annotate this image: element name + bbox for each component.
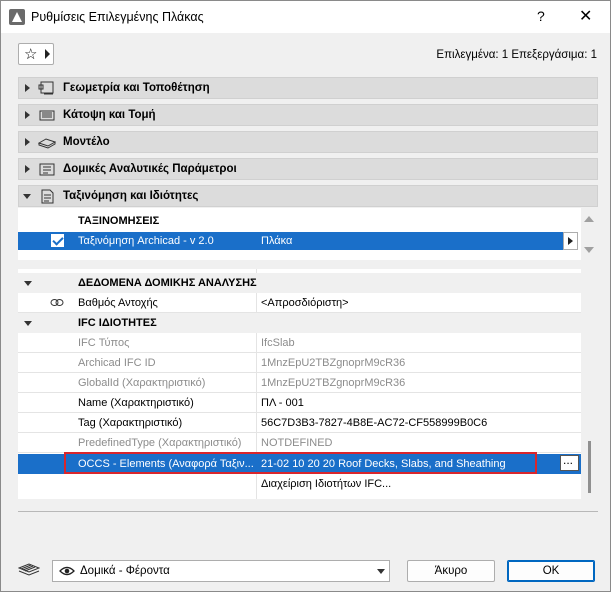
- property-group-structural[interactable]: ΔΕΔΟΜΕΝΑ ΔΟΜΙΚΗΣ ΑΝΑΛΥΣΗΣ: [18, 273, 581, 293]
- property-group-ifc[interactable]: IFC ΙΔΙΟΤΗΤΕΣ: [18, 313, 581, 333]
- expand-arrow-icon: [25, 84, 30, 92]
- layer-select[interactable]: Δομικά - Φέροντα: [52, 560, 390, 582]
- floorplan-icon: [39, 110, 55, 121]
- panel-label: Κάτοψη και Τομή: [63, 109, 156, 121]
- property-label: Name (Χαρακτηριστικό): [78, 397, 194, 409]
- expand-arrow-icon: [25, 138, 30, 146]
- property-value: 1MnzEpU2TBZgnoprM9cR36: [261, 357, 406, 369]
- classification-header: ΤΑΞΙΝΟΜΗΣΕΙΣ: [18, 214, 581, 230]
- classification-row[interactable]: Ταξινόμηση Archicad - v 2.0 Πλάκα: [18, 232, 563, 250]
- archicad-app-icon: [9, 9, 25, 25]
- property-label: GlobalId (Χαρακτηριστικό): [78, 377, 206, 389]
- eye-icon: [59, 566, 75, 576]
- favorites-button[interactable]: ☆: [18, 43, 54, 65]
- collapse-arrow-icon: [23, 194, 31, 199]
- property-value: 1MnzEpU2TBZgnoprM9cR36: [261, 377, 406, 389]
- property-value[interactable]: <Απροσδιόριστη>: [261, 297, 349, 309]
- dialog-title: Ρυθμίσεις Επιλεγμένης Πλάκας: [31, 10, 204, 24]
- title-bar: Ρυθμίσεις Επιλεγμένης Πλάκας ? ✕: [1, 1, 610, 33]
- highlight-annotation: [64, 452, 537, 474]
- collapse-arrow-icon: [24, 321, 32, 326]
- property-label: Tag (Χαρακτηριστικό): [78, 417, 183, 429]
- ok-button[interactable]: OK: [507, 560, 595, 582]
- property-row[interactable]: Tag (Χαρακτηριστικό) 56C7D3B3-7827-4B8E-…: [18, 413, 581, 433]
- model-icon: [38, 138, 56, 149]
- selection-info: Επιλεγμένα: 1 Επεξεργάσιμα: 1: [436, 49, 597, 61]
- classification-select-button[interactable]: [563, 232, 578, 250]
- property-row[interactable]: Name (Χαρακτηριστικό) ΠΛ - 001: [18, 393, 581, 413]
- chevron-right-icon: [45, 49, 50, 59]
- property-value: IfcSlab: [261, 337, 295, 349]
- link-icon: [50, 299, 64, 306]
- scroll-up-arrow-icon[interactable]: [584, 216, 594, 222]
- browse-button[interactable]: ...: [560, 453, 579, 471]
- scroll-down-arrow-icon[interactable]: [584, 247, 594, 253]
- chevron-down-icon: [377, 569, 385, 574]
- property-value[interactable]: ΠΛ - 001: [261, 397, 304, 409]
- collapse-arrow-icon: [24, 281, 32, 286]
- panel-geometry[interactable]: Γεωμετρία και Τοποθέτηση: [18, 77, 598, 99]
- property-row: GlobalId (Χαρακτηριστικό) 1MnzEpU2TBZgno…: [18, 373, 581, 393]
- classification-icon: [41, 189, 54, 204]
- panel-structural[interactable]: Δομικές Αναλυτικές Παράμετροι: [18, 158, 598, 180]
- panel-classification[interactable]: Ταξινόμηση και Ιδιότητες: [18, 185, 598, 207]
- property-label: Βαθμός Αντοχής: [78, 297, 158, 309]
- manage-ifc-properties-link[interactable]: Διαχείριση Ιδιοτήτων IFC...: [261, 478, 391, 490]
- panel-model[interactable]: Μοντέλο: [18, 131, 598, 153]
- group-title: IFC ΙΔΙΟΤΗΤΕΣ: [78, 317, 157, 329]
- property-label: Archicad IFC ID: [78, 357, 156, 369]
- panel-label: Δομικές Αναλυτικές Παράμετροι: [63, 163, 237, 175]
- scrollbar-thumb[interactable]: [588, 441, 591, 493]
- property-row: Archicad IFC ID 1MnzEpU2TBZgnoprM9cR36: [18, 353, 581, 373]
- classification-value: Πλάκα: [261, 235, 293, 247]
- star-icon: ☆: [24, 46, 38, 63]
- structural-icon: [39, 163, 55, 176]
- property-row[interactable]: Βαθμός Αντοχής <Απροσδιόριστη>: [18, 293, 581, 313]
- layer-icon: [18, 563, 40, 576]
- manage-ifc-properties-row[interactable]: Διαχείριση Ιδιοτήτων IFC...: [18, 474, 581, 494]
- property-row: IFC Τύπος IfcSlab: [18, 333, 581, 353]
- help-button[interactable]: ?: [537, 8, 545, 24]
- property-value: NOTDEFINED: [261, 437, 333, 449]
- divider: [18, 511, 598, 512]
- settings-dialog: Ρυθμίσεις Επιλεγμένης Πλάκας ? ✕ ☆ Επιλε…: [0, 0, 611, 592]
- property-value[interactable]: 56C7D3B3-7827-4B8E-AC72-CF558999B0C6: [261, 417, 487, 429]
- layer-value: Δομικά - Φέροντα: [80, 565, 170, 577]
- panel-label: Γεωμετρία και Τοποθέτηση: [63, 82, 210, 94]
- classification-header-label: ΤΑΞΙΝΟΜΗΣΕΙΣ: [78, 215, 160, 227]
- geometry-icon: [38, 81, 54, 95]
- panel-label: Μοντέλο: [63, 136, 110, 148]
- expand-arrow-icon: [25, 111, 30, 119]
- panel-floorplan[interactable]: Κάτοψη και Τομή: [18, 104, 598, 126]
- expand-arrow-icon: [25, 165, 30, 173]
- property-row: PredefinedType (Χαρακτηριστικό) NOTDEFIN…: [18, 433, 581, 453]
- cancel-button[interactable]: Άκυρο: [407, 560, 495, 582]
- group-title: ΔΕΔΟΜΕΝΑ ΔΟΜΙΚΗΣ ΑΝΑΛΥΣΗΣ: [78, 277, 257, 289]
- classification-name: Ταξινόμηση Archicad - v 2.0: [78, 235, 214, 247]
- property-label: PredefinedType (Χαρακτηριστικό): [78, 437, 242, 449]
- ellipsis-icon: ...: [563, 453, 574, 467]
- property-label: IFC Τύπος: [78, 337, 130, 349]
- classification-checkbox[interactable]: [51, 234, 64, 247]
- close-button[interactable]: ✕: [579, 6, 592, 26]
- classification-list: ΤΑΞΙΝΟΜΗΣΕΙΣ Ταξινόμηση Archicad - v 2.0…: [18, 208, 581, 260]
- panel-label: Ταξινόμηση και Ιδιότητες: [63, 190, 199, 202]
